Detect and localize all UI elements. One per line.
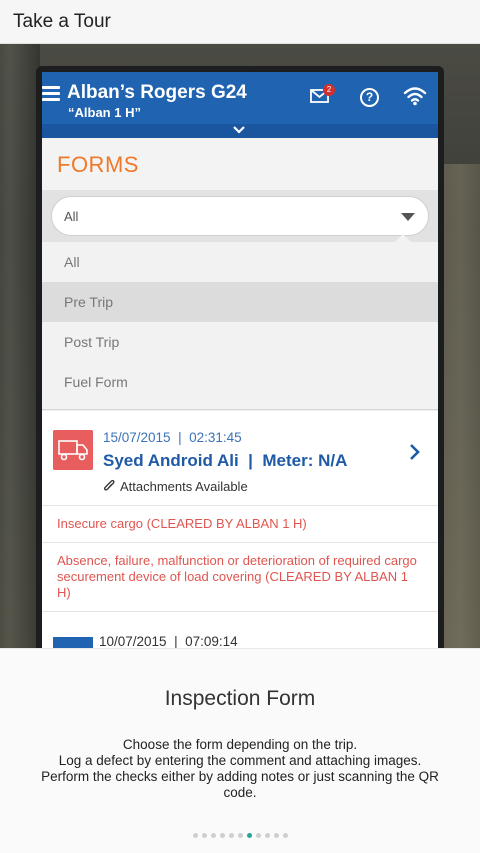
page-dot[interactable] <box>264 833 270 838</box>
page-dot[interactable] <box>255 833 261 838</box>
form-entry[interactable]: 15/07/2015 | 02:31:45 Syed Android Ali |… <box>42 411 438 506</box>
paperclip-icon <box>103 479 115 491</box>
dropdown-arrow-icon <box>401 213 415 221</box>
truck-icon <box>53 430 93 470</box>
filter-option-post-trip[interactable]: Post Trip <box>42 322 438 362</box>
filter-option-pre-trip[interactable]: Pre Trip <box>42 282 438 322</box>
form-type-icon <box>53 637 93 648</box>
form-filter-value: All <box>64 209 79 224</box>
forms-heading: FORMS <box>57 152 139 177</box>
phone-screen: Alban’s Rogers G24 “Alban 1 H” 2 ? FORMS… <box>42 72 438 648</box>
tour-panel: Inspection Form Choose the form dependin… <box>0 648 480 853</box>
filter-bar: All <box>42 190 438 242</box>
page-dot[interactable] <box>192 833 198 838</box>
page-title: Take a Tour <box>13 11 111 32</box>
page-dot[interactable] <box>228 833 234 838</box>
form-entry[interactable]: 10/07/2015 | 07:09:14 <box>42 620 438 648</box>
page-dot[interactable] <box>273 833 279 838</box>
page-dot[interactable] <box>246 833 252 838</box>
filter-option-fuel-form[interactable]: Fuel Form <box>42 362 438 402</box>
entry-datetime: 15/07/2015 | 02:31:45 <box>103 430 242 445</box>
dropdown-caret <box>395 234 411 242</box>
help-icon[interactable]: ? <box>360 88 379 107</box>
defect-item: Insecure cargo (CLEARED BY ALBAN 1 H) <box>42 507 438 543</box>
page-dot[interactable] <box>282 833 288 838</box>
page-dot[interactable] <box>237 833 243 838</box>
page-dot[interactable] <box>210 833 216 838</box>
page-dot[interactable] <box>201 833 207 838</box>
tour-description: Choose the form depending on the trip. L… <box>41 737 439 800</box>
form-filter-dropdown: All Pre Trip Post Trip Fuel Form <box>42 234 438 410</box>
entry-attachments: Attachments Available <box>120 479 248 494</box>
defect-item: Absence, failure, malfunction or deterio… <box>42 544 438 612</box>
page-dot[interactable] <box>219 833 225 838</box>
app-bar: Alban’s Rogers G24 “Alban 1 H” 2 ? <box>42 72 438 138</box>
forms-header: FORMS <box>42 138 438 190</box>
page-indicator <box>0 833 480 838</box>
wifi-icon <box>403 87 427 106</box>
app-subtitle: “Alban 1 H” <box>68 105 141 120</box>
top-bar: Take a Tour <box>0 0 480 44</box>
app-title: Alban’s Rogers G24 <box>67 82 247 103</box>
chevron-down-icon[interactable] <box>233 125 245 135</box>
entry-driver: Syed Android Ali | Meter: N/A <box>103 451 348 470</box>
form-list: 15/07/2015 | 02:31:45 Syed Android Ali |… <box>42 411 438 648</box>
filter-option-all[interactable]: All <box>42 242 438 282</box>
menu-icon[interactable] <box>42 86 60 102</box>
form-filter-select[interactable]: All <box>51 196 429 236</box>
tour-heading: Inspection Form <box>164 687 316 710</box>
background-rail-left <box>0 44 40 648</box>
entry-datetime: 10/07/2015 | 07:09:14 <box>99 634 238 648</box>
chevron-right-icon[interactable] <box>408 443 422 461</box>
mail-badge: 2 <box>323 84 335 96</box>
